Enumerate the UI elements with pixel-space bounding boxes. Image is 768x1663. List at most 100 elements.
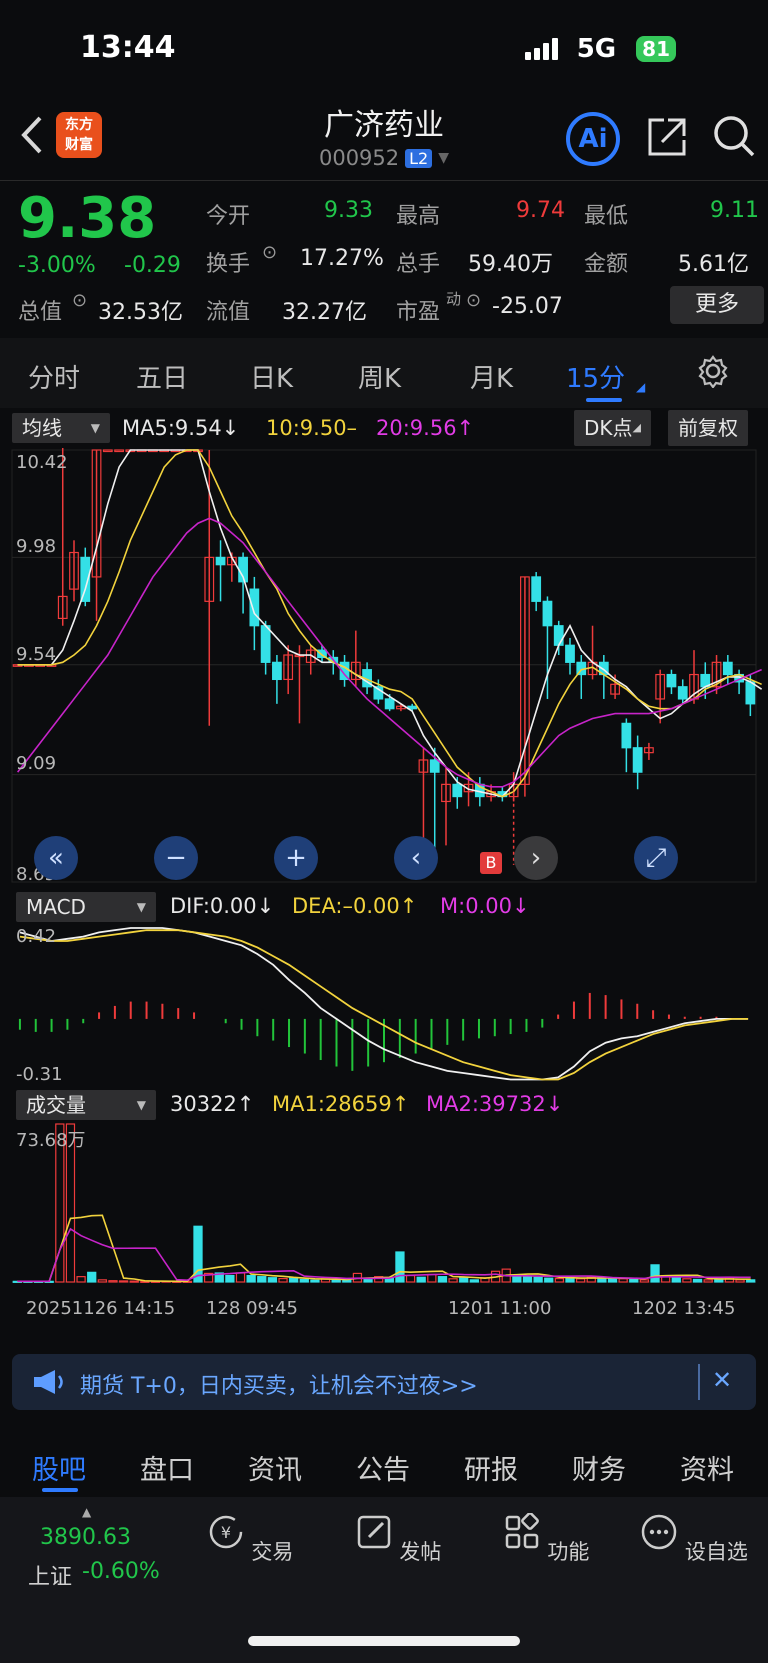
tab-announcements[interactable]: 公告 [356,1448,410,1487]
post-button[interactable]: 发帖 [338,1513,458,1566]
trade-icon: ¥ [209,1515,242,1549]
pe-label: 市盈 [396,300,441,325]
volume-bar [235,1272,246,1283]
scroll-left-icon[interactable]: ‹ [394,836,438,880]
volume-bar [97,1279,107,1283]
candle-body [553,625,564,646]
mktcap-label: 总值 [18,300,63,325]
zoom-in-icon[interactable]: + [274,836,318,880]
more-dots-icon [641,1514,677,1550]
tab-intraday[interactable]: 分时 [28,358,80,395]
edit-icon [357,1515,390,1549]
open-label: 今开 [206,204,251,229]
candle-body [215,556,226,566]
x-tick-label: 1201 11:00 [448,1298,552,1319]
info-icon[interactable]: ⊙ [466,290,481,311]
status-indicators: 5G 81 [524,34,676,64]
tab-daily-k[interactable]: 日K [250,358,293,395]
candle-body [102,449,113,453]
close-icon[interactable]: ✕ [712,1366,732,1394]
index-value[interactable]: 3890.63 [40,1525,131,1550]
caret-up-icon: ▲ [82,1505,92,1519]
macd-chart[interactable] [0,924,768,1090]
candle-body [565,644,575,663]
watchlist-button[interactable]: 设自选 [634,1513,754,1566]
settings-gear-icon[interactable] [696,354,730,388]
adjust-button[interactable]: 前复权 [668,410,748,446]
volume-bar [629,1278,639,1283]
active-tab-underline [42,1488,78,1492]
volume-bar [639,1279,650,1283]
zoom-out-icon[interactable]: − [154,836,198,880]
ma10-value: 10:9.50– [266,416,358,440]
trade-button[interactable]: ¥ 交易 [190,1513,310,1566]
volume-ma2-line [17,1227,751,1283]
tab-research[interactable]: 研报 [464,1448,518,1487]
volume-bar [225,1274,235,1283]
volume-dropdown[interactable]: 成交量 ▼ [16,1090,156,1120]
more-button[interactable]: 更多 [670,286,764,324]
tab-forum[interactable]: 股吧 [32,1448,86,1487]
volume-bar [469,1279,479,1283]
candle-body [666,673,677,688]
ma5-line [17,449,763,798]
tab-monthly-k[interactable]: 月K [470,358,513,395]
volume-bar [267,1277,278,1283]
volume-bar [522,1276,533,1283]
low-value: 9.11 [710,198,759,223]
candle-body [452,783,463,798]
info-icon[interactable]: ⊙ [72,290,87,311]
fullscreen-icon[interactable]: ⤢ [634,836,678,880]
volume-bar [703,1279,713,1283]
dk-button[interactable]: DK点◢ [574,410,651,446]
x-tick-label: 128 09:45 [206,1298,298,1319]
battery-icon: 81 [636,36,676,62]
volume-bar [459,1277,469,1283]
volume-bar [278,1277,288,1283]
tab-profile[interactable]: 资料 [680,1448,734,1487]
tab-order-book[interactable]: 盘口 [140,1448,194,1487]
tab-finance[interactable]: 财务 [572,1448,626,1487]
macd-dropdown[interactable]: MACD ▼ [16,892,156,922]
share-icon[interactable] [646,116,688,158]
period-tabs: 分时 五日 日K 周K 月K 15分 ◢ [0,338,768,408]
volume-bar [299,1278,309,1283]
ma-dropdown[interactable]: 均线 ▼ [12,413,110,443]
kline-chart[interactable] [0,448,768,884]
low-label: 最低 [584,204,629,229]
index-change[interactable]: -0.60% [82,1559,160,1584]
tab-5day[interactable]: 五日 [136,358,188,395]
info-icon[interactable]: ⊙ [262,242,277,263]
candle-body [542,600,553,627]
index-name[interactable]: 上证 [28,1559,72,1591]
tab-news[interactable]: 资讯 [248,1448,302,1487]
status-time: 13:44 [80,30,176,65]
header-divider [0,180,768,181]
function-button[interactable]: 功能 [486,1512,606,1566]
tab-15min[interactable]: 15分 [566,358,625,395]
volume-bar [682,1278,692,1283]
volume-bar [692,1278,703,1283]
volume-bar [129,1280,139,1283]
volume-bar [650,1264,660,1283]
banner-divider [698,1364,700,1400]
high-value: 9.74 [516,198,565,223]
volume-bar [575,1278,586,1283]
promo-banner[interactable]: 期货 T+0，日内买卖，让机会不过夜>> ✕ [12,1354,756,1410]
scroll-right-icon[interactable]: › [514,836,558,880]
volume-bar [427,1273,437,1283]
y-tick-label: 73.68万 [16,1130,86,1151]
tab-weekly-k[interactable]: 周K [358,358,401,395]
ma20-value: 20:9.56↑ [376,416,475,440]
macd-dif: DIF:0.00↓ [170,894,275,918]
chevron-down-icon: ▼ [438,150,450,166]
search-icon[interactable] [712,114,756,158]
y-tick-label: 0.42 [16,926,57,947]
home-indicator [248,1636,520,1646]
ai-button[interactable]: Ai [566,112,620,166]
candle-body [429,759,440,773]
scroll-left-fast-icon[interactable]: « [34,836,78,880]
change-percent: -3.00% [18,253,96,278]
x-tick-label: 20251126 14:15 [26,1298,176,1319]
volume-chart[interactable] [0,1122,768,1286]
